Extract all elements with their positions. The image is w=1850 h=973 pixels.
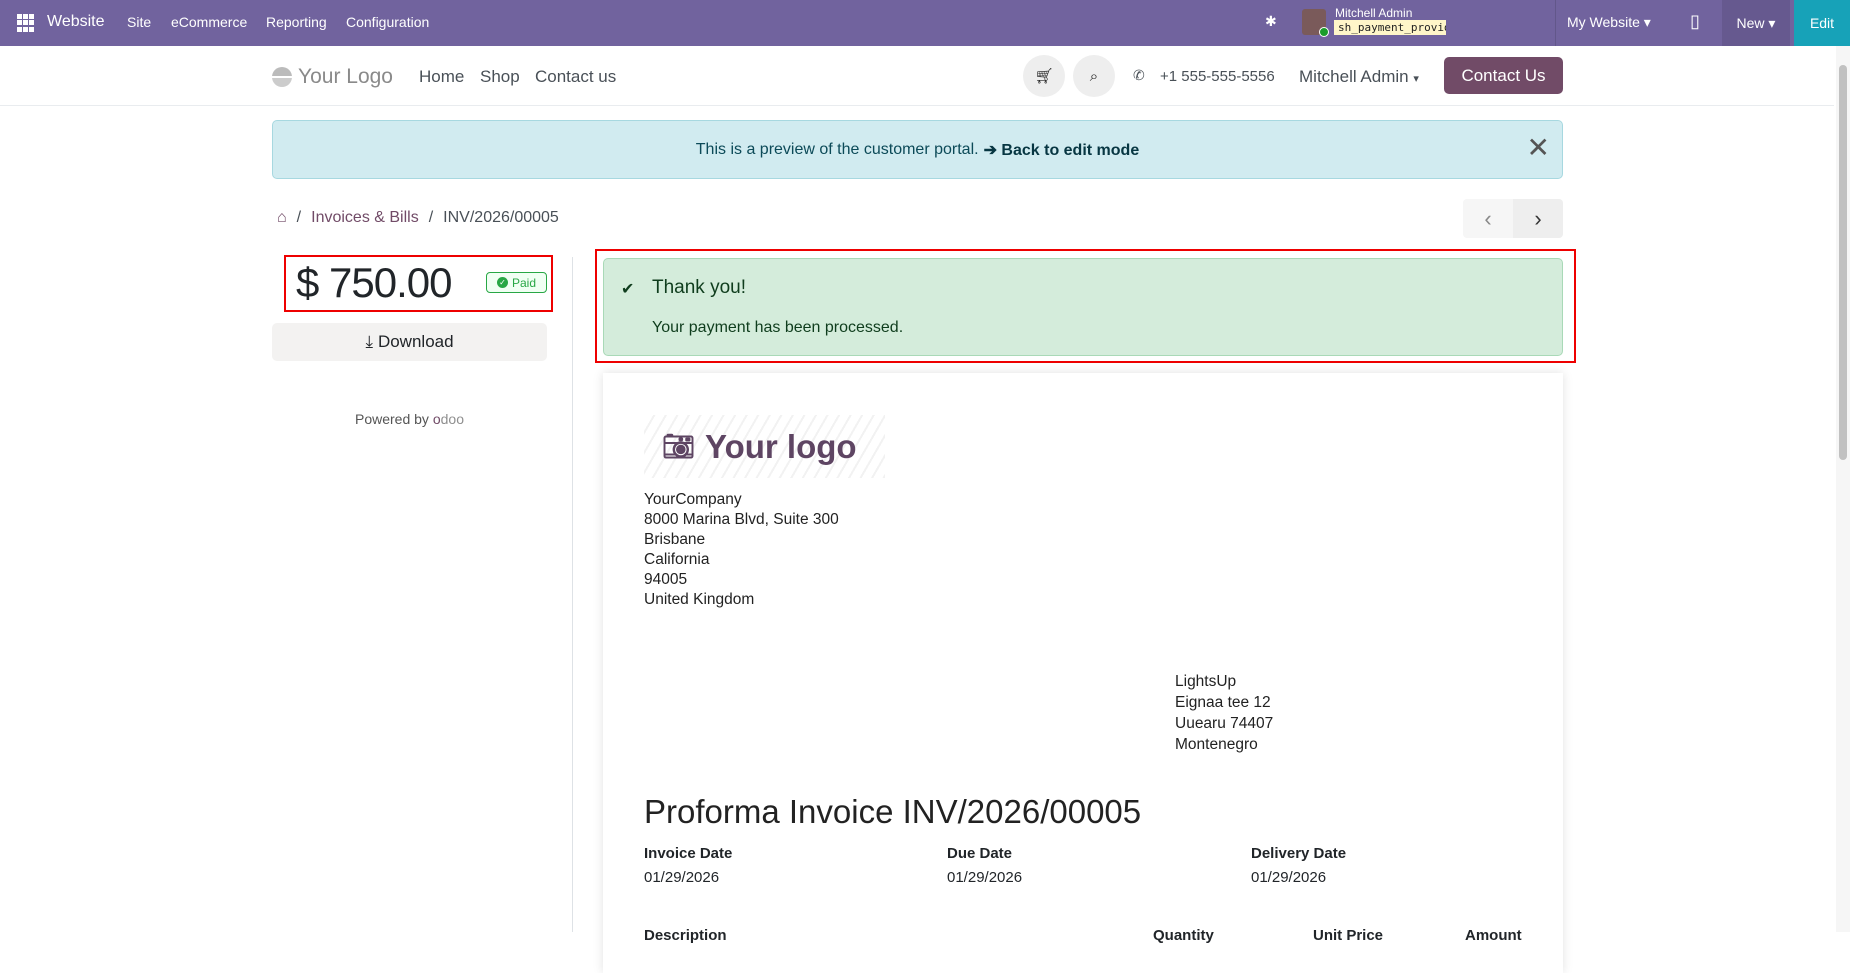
my-website-dropdown[interactable]: My Website ▾: [1567, 14, 1651, 31]
column-amount: Amount: [1465, 927, 1522, 944]
menu-reporting[interactable]: Reporting: [266, 14, 327, 30]
logo-text: Your Logo: [298, 65, 393, 88]
column-unit-price: Unit Price: [1313, 927, 1384, 944]
address-line: United Kingdom: [644, 591, 755, 608]
address-line: YourCompany: [644, 491, 742, 508]
website-header: Your Logo Home Shop Contact us 🛒︎ ⌕ ✆ +1…: [0, 46, 1834, 106]
new-label: New: [1736, 15, 1765, 31]
phone-icon: ✆: [1133, 67, 1145, 83]
alert-title: Thank you!: [652, 277, 746, 298]
edit-button[interactable]: Edit: [1794, 0, 1850, 46]
phone-number[interactable]: +1 555-555-5556: [1160, 68, 1275, 85]
sidebar-divider: [572, 257, 573, 932]
database-badge: sh_payment_provider_hype…: [1334, 20, 1446, 35]
invoice-title: Proforma Invoice INV/2026/00005: [644, 793, 1142, 830]
address-line: Montenegro: [1175, 736, 1258, 753]
new-button[interactable]: New ▾: [1722, 0, 1790, 46]
add-photo-icon: 📷︎: [662, 431, 696, 461]
delivery-date-value: 01/29/2026: [1251, 869, 1327, 886]
company-logo: 📷︎ Your logo: [644, 415, 885, 478]
download-button[interactable]: ⤓ Download: [272, 323, 547, 361]
address-line: Uuearu 74407: [1175, 715, 1274, 732]
close-icon[interactable]: ✕: [1527, 133, 1550, 163]
back-to-edit-link[interactable]: ➔ Back to edit mode: [984, 140, 1140, 160]
invoice-amount: $ 750.00: [296, 259, 452, 306]
breadcrumb: ⌂ / Invoices & Bills / INV/2026/00005: [277, 209, 559, 227]
customer-address: LightsUp Eignaa tee 12 Uuearu 74407 Mont…: [1175, 671, 1273, 755]
page-scrollbar[interactable]: [1836, 46, 1850, 932]
odoo-logo[interactable]: odoo: [433, 411, 464, 427]
my-website-label: My Website: [1567, 14, 1640, 30]
check-icon: ✔: [621, 281, 635, 298]
nav-home[interactable]: Home: [419, 67, 464, 87]
check-circle-icon: ✓: [496, 277, 508, 288]
company-address: YourCompany 8000 Marina Blvd, Suite 300 …: [644, 490, 839, 610]
avatar[interactable]: [1302, 9, 1329, 37]
mobile-preview-icon[interactable]: ▯: [1690, 11, 1700, 32]
powered-by-text: Powered by: [355, 411, 429, 427]
address-line: 8000 Marina Blvd, Suite 300: [644, 511, 839, 528]
top-navbar: Website Site eCommerce Reporting Configu…: [0, 0, 1850, 46]
column-quantity: Quantity: [1153, 927, 1214, 944]
user-menu-label: Mitchell Admin: [1299, 67, 1409, 86]
address-line: Brisbane: [644, 531, 706, 548]
menu-configuration[interactable]: Configuration: [346, 14, 429, 30]
download-label: Download: [377, 332, 454, 351]
powered-by: Powered by odoo: [272, 411, 547, 427]
address-line: California: [644, 551, 710, 568]
logo-icon: [272, 67, 292, 87]
app-name[interactable]: Website: [47, 13, 105, 31]
cart-icon[interactable]: 🛒︎: [1023, 55, 1065, 97]
home-icon[interactable]: ⌂: [277, 209, 287, 227]
user-menu[interactable]: Mitchell Admin ▾: [1299, 67, 1419, 87]
due-date-label: Due Date: [947, 845, 1013, 862]
invoice-document: 📷︎ Your logo YourCompany 8000 Marina Blvd…: [603, 373, 1563, 973]
menu-site[interactable]: Site: [127, 14, 151, 30]
due-date-value: 01/29/2026: [947, 869, 1023, 886]
delivery-date-label: Delivery Date: [1251, 845, 1347, 862]
payment-success-alert: ✔ Thank you! Your payment has been proce…: [603, 258, 1563, 356]
column-description: Description: [644, 927, 727, 944]
paid-badge: ✓ Paid: [486, 272, 547, 293]
scrollbar-thumb[interactable]: [1839, 65, 1847, 460]
invoice-date-value: 01/29/2026: [644, 869, 720, 886]
online-status-icon: [1319, 27, 1329, 37]
record-pager: ‹ ›: [1463, 199, 1563, 238]
user-name: Mitchell Admin: [1335, 6, 1413, 20]
nav-contact-us[interactable]: Contact us: [535, 67, 616, 87]
apps-grid-icon[interactable]: [17, 14, 35, 32]
bug-icon[interactable]: ✱: [1265, 13, 1277, 30]
preview-banner: This is a preview of the customer portal…: [272, 120, 1563, 179]
logo-placeholder-text: Your logo: [705, 427, 857, 465]
invoice-date-label: Invoice Date: [644, 845, 733, 862]
preview-text: This is a preview of the customer portal…: [695, 140, 979, 158]
site-logo[interactable]: Your Logo: [272, 65, 393, 89]
download-icon: ⤓: [365, 332, 373, 351]
next-button[interactable]: ›: [1513, 199, 1563, 238]
address-line: Eignaa tee 12: [1175, 694, 1271, 711]
paid-label: Paid: [511, 275, 537, 290]
alert-message: Your payment has been processed.: [652, 319, 904, 336]
contact-us-button[interactable]: Contact Us: [1444, 57, 1563, 94]
breadcrumb-invoices[interactable]: Invoices & Bills: [311, 209, 419, 227]
menu-ecommerce[interactable]: eCommerce: [171, 14, 247, 30]
nav-shop[interactable]: Shop: [480, 67, 520, 87]
address-line: 94005: [644, 571, 688, 588]
search-icon[interactable]: ⌕: [1073, 55, 1115, 97]
previous-button[interactable]: ‹: [1463, 199, 1513, 238]
address-line: LightsUp: [1175, 673, 1237, 690]
breadcrumb-current: INV/2026/00005: [443, 209, 559, 226]
